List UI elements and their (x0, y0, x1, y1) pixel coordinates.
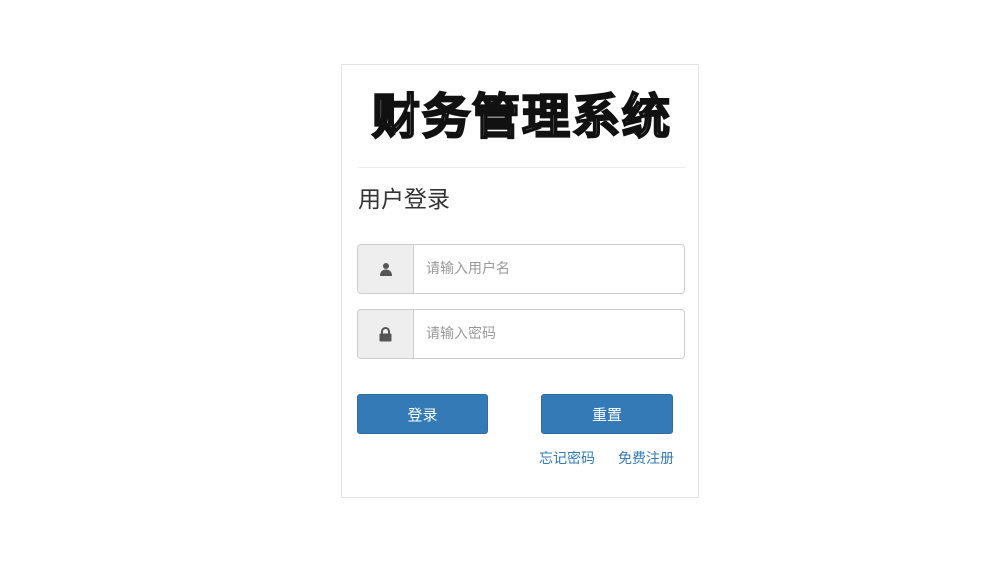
username-input-group (357, 244, 685, 294)
register-link[interactable]: 免费注册 (618, 449, 674, 469)
login-card: 财务管理系统 用户登录 登录 重置 忘记密码 免费注册 (341, 64, 699, 498)
password-input[interactable] (414, 310, 684, 358)
username-input[interactable] (414, 245, 684, 293)
login-heading: 用户登录 (358, 187, 450, 213)
password-input-group (357, 309, 685, 359)
system-logo-title: 财务管理系统 (371, 88, 673, 146)
login-button[interactable]: 登录 (357, 394, 488, 434)
reset-button[interactable]: 重置 (541, 394, 673, 434)
user-icon (358, 245, 414, 293)
header-divider (357, 167, 685, 168)
forgot-password-link[interactable]: 忘记密码 (539, 449, 595, 469)
lock-icon (358, 310, 414, 358)
